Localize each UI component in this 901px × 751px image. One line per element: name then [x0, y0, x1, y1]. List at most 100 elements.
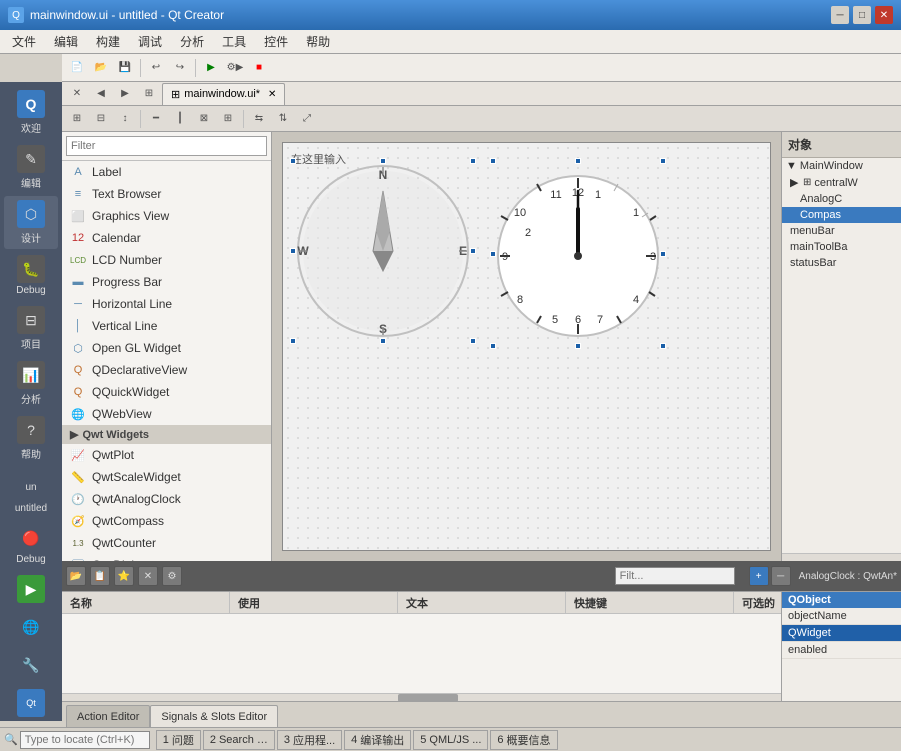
new-button[interactable]: 📄 — [66, 57, 88, 79]
table-scroll[interactable] — [62, 614, 901, 701]
tab-nav-right[interactable]: ▶ — [114, 83, 136, 105]
sidebar-item-analyze[interactable]: 📊 分析 — [4, 357, 58, 410]
clock-selection[interactable]: 12 1 3 4 6 8 9 10 11 1 5 7 2 — [493, 161, 663, 346]
sidebar-item-run[interactable]: ▶ — [4, 571, 58, 607]
widget-item-qwtcompass[interactable]: 🧭 QwtCompass — [62, 510, 271, 532]
open-button[interactable]: 📂 — [90, 57, 112, 79]
tab-split[interactable]: ⊞ — [138, 83, 160, 105]
tree-item-maintoolba[interactable]: mainToolBa — [782, 239, 901, 255]
menu-analyze[interactable]: 分析 — [172, 31, 212, 52]
prop-item-enabled[interactable]: enabled — [782, 642, 901, 659]
widget-item-horizontal-line[interactable]: ─ Horizontal Line — [62, 293, 271, 315]
widget-item-progress-bar[interactable]: ▬ Progress Bar — [62, 271, 271, 293]
widget-item-calendar[interactable]: 12 Calendar — [62, 227, 271, 249]
run-button[interactable]: ▶ — [200, 57, 222, 79]
stop-button[interactable]: ■ — [248, 57, 270, 79]
maximize-button[interactable]: □ — [853, 6, 871, 24]
close-button[interactable]: ✕ — [875, 6, 893, 24]
file-tab-mainwindow[interactable]: ⊞ mainwindow.ui* ✕ — [162, 83, 285, 105]
sidebar-item-globe[interactable]: 🌐 — [4, 609, 58, 645]
undo-button[interactable]: ↩ — [145, 57, 167, 79]
action-open-btn[interactable]: 📂 — [66, 566, 86, 586]
status-qml[interactable]: 5 QML/JS ... — [413, 730, 488, 750]
table-hscrollbar[interactable] — [62, 693, 901, 701]
widget-item-qwtcounter[interactable]: 1.3 QwtCounter — [62, 532, 271, 554]
widget-item-opengl[interactable]: ⬡ Open GL Widget — [62, 337, 271, 359]
menu-debug[interactable]: 调试 — [130, 31, 170, 52]
sidebar-item-project[interactable]: ⊟ 项目 — [4, 302, 58, 355]
widget-item-qwtanalog[interactable]: 🕐 QwtAnalogClock — [62, 488, 271, 510]
menu-controls[interactable]: 控件 — [256, 31, 296, 52]
status-overview[interactable]: 6 概要信息 — [490, 730, 557, 750]
widget-item-qwtscale[interactable]: 📏 QwtScaleWidget — [62, 466, 271, 488]
widget-item-text-browser[interactable]: ≡ Text Browser — [62, 183, 271, 205]
debug-run-button[interactable]: ⚙▶ — [224, 57, 246, 79]
sidebar-item-debug-bottom[interactable]: 🔴 Debug — [4, 520, 58, 569]
widget-item-lcd-number[interactable]: LCD LCD Number — [62, 249, 271, 271]
tab-nav-left[interactable]: ◀ — [90, 83, 112, 105]
action-nav-btn[interactable]: 📋 — [90, 566, 110, 586]
menu-build[interactable]: 构建 — [88, 31, 128, 52]
wt-grid-layout[interactable]: ⊞ — [217, 108, 239, 130]
tree-item-analogc[interactable]: AnalogC — [782, 191, 901, 207]
action-add-btn[interactable]: + — [749, 566, 769, 586]
action-delete-btn[interactable]: ✕ — [138, 566, 158, 586]
sidebar-item-help[interactable]: ? 帮助 — [4, 412, 58, 465]
qwt-category[interactable]: ▶ Qwt Widgets — [62, 425, 271, 444]
sidebar-item-debug[interactable]: 🐛 Debug — [4, 251, 58, 300]
canvas-area[interactable]: 在这里输入 N S E — [272, 132, 781, 561]
wt-splitter-v[interactable]: ⇅ — [272, 108, 294, 130]
redo-button[interactable]: ↪ — [169, 57, 191, 79]
object-panel-scrollbar[interactable] — [782, 553, 901, 561]
menu-help[interactable]: 帮助 — [298, 31, 338, 52]
wt-layout-btn[interactable]: ⊞ — [66, 108, 88, 130]
wt-horizontal-layout[interactable]: ━ — [145, 108, 167, 130]
sidebar-item-design[interactable]: ⬡ 设计 — [4, 196, 58, 249]
tab-action-editor[interactable]: Action Editor — [66, 705, 150, 727]
tree-item-compass[interactable]: Compas — [782, 207, 901, 223]
menu-tools[interactable]: 工具 — [214, 31, 254, 52]
compass-selection[interactable]: N S E W — [293, 161, 473, 341]
locate-input[interactable] — [20, 731, 150, 749]
status-problems[interactable]: 1 问题 — [156, 730, 201, 750]
widget-item-qwtdial[interactable]: 🎛 QwtDial — [62, 554, 271, 561]
sidebar-item-wrench[interactable]: 🔧 — [4, 647, 58, 683]
tree-item-statusbar[interactable]: statusBar — [782, 255, 901, 271]
action-settings-btn[interactable]: ⚙ — [162, 566, 182, 586]
widget-item-qdeclarative[interactable]: Q QDeclarativeView — [62, 359, 271, 381]
widget-filter-input[interactable] — [66, 136, 267, 156]
action-filter-input[interactable] — [615, 567, 735, 585]
status-compile[interactable]: 4 编译输出 — [344, 730, 411, 750]
sidebar-item-qt-bottom[interactable]: Qt — [4, 685, 58, 721]
tree-item-central[interactable]: ▶ ⊞ centralW — [782, 174, 901, 191]
sidebar-item-untitled[interactable]: un untitled — [4, 469, 58, 518]
wt-vertical-layout[interactable]: ┃ — [169, 108, 191, 130]
wt-expand[interactable]: ⤢ — [296, 108, 318, 130]
wt-adjust-size[interactable]: ↕ — [114, 108, 136, 130]
minimize-button[interactable]: ─ — [831, 6, 849, 24]
tree-item-menubar[interactable]: menuBar — [782, 223, 901, 239]
menu-edit[interactable]: 编辑 — [46, 31, 86, 52]
status-build[interactable]: 3 应用程... — [277, 730, 342, 750]
tab-close-button[interactable]: ✕ — [66, 83, 88, 105]
prop-section-qwidget[interactable]: QWidget — [782, 625, 901, 642]
prop-item-objectname[interactable]: objectName — [782, 608, 901, 625]
widget-item-graphics-view[interactable]: ⬜ Graphics View — [62, 205, 271, 227]
sidebar-item-edit[interactable]: ✎ 编辑 — [4, 141, 58, 194]
status-search[interactable]: 2 Search … — [203, 730, 275, 750]
widget-item-qwtplot[interactable]: 📈 QwtPlot — [62, 444, 271, 466]
tab-signals-slots[interactable]: Signals & Slots Editor — [150, 705, 278, 727]
widget-item-label[interactable]: A Label — [62, 161, 271, 183]
wt-break-layout[interactable]: ⊟ — [90, 108, 112, 130]
widget-item-vertical-line[interactable]: │ Vertical Line — [62, 315, 271, 337]
action-star-btn[interactable]: ⭐ — [114, 566, 134, 586]
wt-splitter-h[interactable]: ⇆ — [248, 108, 270, 130]
wt-form-layout[interactable]: ⊠ — [193, 108, 215, 130]
tree-item-mainwindow[interactable]: ▼ MainWindow — [782, 158, 901, 174]
widget-item-qwebview[interactable]: 🌐 QWebView — [62, 403, 271, 425]
sidebar-item-welcome[interactable]: Q 欢迎 — [4, 86, 58, 139]
save-button[interactable]: 💾 — [114, 57, 136, 79]
widget-item-qquick[interactable]: Q QQuickWidget — [62, 381, 271, 403]
action-minus-btn[interactable]: ─ — [771, 566, 791, 586]
menu-file[interactable]: 文件 — [4, 31, 44, 52]
